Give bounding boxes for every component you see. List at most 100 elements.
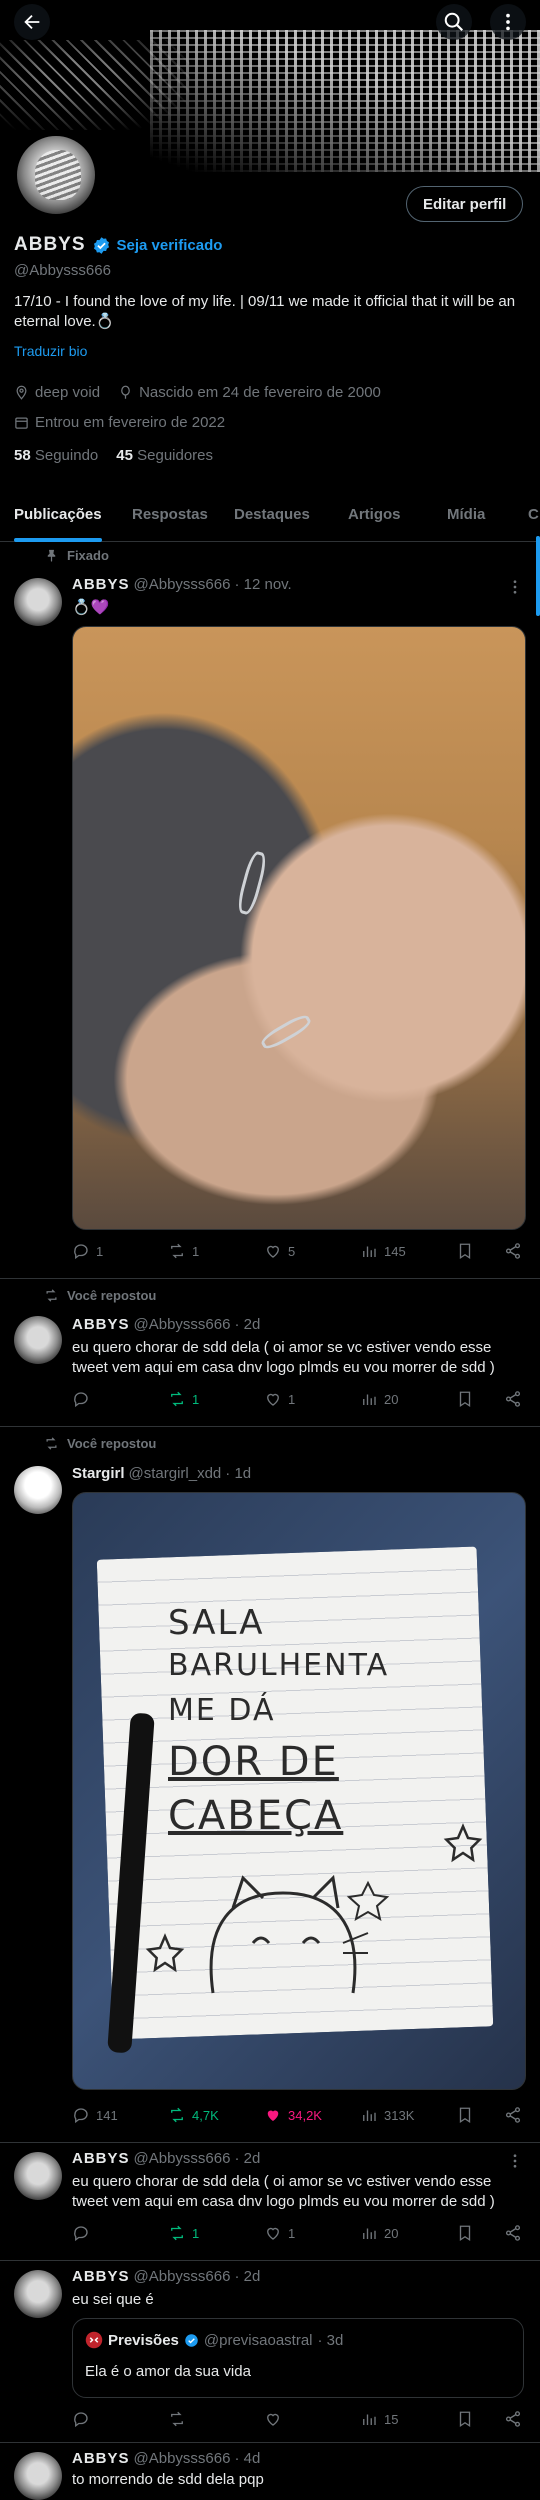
profile-meta-row: deep void Nascido em 24 de fevereiro de …: [14, 384, 381, 401]
back-button[interactable]: [14, 4, 50, 40]
repost-button[interactable]: 1: [168, 1242, 199, 1260]
like-button[interactable]: [264, 2410, 288, 2428]
author-name[interactable]: ABBYS: [72, 2150, 130, 2167]
tab-respostas[interactable]: Respostas: [132, 488, 208, 541]
following-count: 58: [14, 447, 31, 464]
bookmark-icon: [459, 2411, 471, 2428]
author-name[interactable]: ABBYS: [72, 1316, 130, 1333]
followers-link[interactable]: 45 Seguidores: [116, 447, 213, 464]
profile-avatar[interactable]: [14, 133, 98, 217]
banner-pattern-right: [150, 30, 540, 172]
like-button[interactable]: 34,2K: [264, 2106, 322, 2124]
tab-destaques[interactable]: Destaques: [234, 488, 310, 541]
reply-icon: [74, 2226, 88, 2242]
bookmark-button[interactable]: [456, 2224, 474, 2242]
avatar[interactable]: [14, 578, 62, 626]
repost-icon: [171, 2225, 183, 2241]
edit-profile-button[interactable]: Editar perfil: [406, 186, 524, 222]
bookmark-button[interactable]: [456, 2106, 474, 2124]
repost-count: 1: [192, 2225, 200, 2241]
views-count: 145: [384, 1243, 406, 1259]
quoted-post[interactable]: Previsões @previsaoastral · 3d Ela é o a…: [72, 2318, 524, 2398]
bookmark-icon: [459, 1243, 471, 1260]
author-handle: @Abbysss666: [133, 2268, 231, 2285]
get-verified-link[interactable]: Seja verificado: [117, 237, 223, 254]
like-button[interactable]: 1: [264, 1390, 295, 1408]
author-name[interactable]: ABBYS: [72, 2268, 130, 2285]
divider: [0, 2260, 540, 2261]
repost-button[interactable]: [168, 2410, 192, 2428]
author-name[interactable]: Stargirl: [72, 1465, 125, 1482]
views-button[interactable]: 20: [360, 2224, 398, 2242]
views-button[interactable]: 145: [360, 1242, 406, 1260]
like-count: 1: [288, 1391, 296, 1407]
repost-button[interactable]: 1: [168, 1390, 199, 1408]
search-button[interactable]: [436, 4, 472, 40]
repost-icon: [171, 1243, 183, 1259]
tab-more[interactable]: C: [528, 488, 539, 541]
share-icon: [505, 2107, 521, 2123]
post-image[interactable]: [72, 626, 526, 1230]
profile-name-row: ABBYS Seja verificado: [14, 234, 222, 256]
context-label: Você repostou: [67, 1436, 157, 1451]
more-button[interactable]: [490, 4, 526, 40]
star-doodle-icon: [145, 1933, 185, 1973]
heart-icon: [267, 2227, 279, 2240]
author-handle: @Abbysss666: [133, 2450, 231, 2467]
like-button[interactable]: 5: [264, 1242, 295, 1260]
post-time[interactable]: · 4d: [234, 2450, 260, 2467]
author-name[interactable]: ABBYS: [72, 576, 130, 593]
repost-context: Você repostou: [44, 1436, 156, 1451]
birthday-item: Nascido em 24 de fevereiro de 2000: [118, 384, 381, 401]
views-count: 20: [384, 1391, 399, 1407]
post-text: 💍💜: [72, 599, 110, 616]
post-time[interactable]: · 2d: [234, 1316, 260, 1333]
followers-label: Seguidores: [137, 447, 214, 464]
more-vertical-icon: [506, 13, 510, 31]
views-button[interactable]: 15: [360, 2410, 398, 2428]
bookmark-button[interactable]: [456, 1242, 474, 1260]
post-time[interactable]: · 2d: [234, 2150, 260, 2167]
tab-artigos[interactable]: Artigos: [348, 488, 401, 541]
post-text: eu quero chorar de sdd dela ( oi amor se…: [72, 2173, 495, 2210]
bookmark-button[interactable]: [456, 2410, 474, 2428]
reply-button[interactable]: [72, 2224, 96, 2242]
following-link[interactable]: 58 Seguindo: [14, 447, 98, 464]
post-image[interactable]: SALA BARULHENTA ME DÁ DOR DE CABEÇA: [72, 1492, 526, 2090]
share-button[interactable]: [504, 2106, 522, 2124]
tab-publicacoes[interactable]: Publicações: [14, 488, 102, 542]
share-button[interactable]: [504, 1242, 522, 1260]
avatar[interactable]: [14, 2270, 62, 2318]
post-more-icon[interactable]: [506, 2152, 524, 2170]
reply-button[interactable]: [72, 2410, 96, 2428]
bookmark-button[interactable]: [456, 1390, 474, 1408]
repost-button[interactable]: 4,7K: [168, 2106, 219, 2124]
tab-midia[interactable]: Mídia: [447, 488, 485, 541]
divider: [0, 2442, 540, 2443]
like-button[interactable]: 1: [264, 2224, 295, 2242]
reply-button[interactable]: 141: [72, 2106, 118, 2124]
avatar[interactable]: [14, 2152, 62, 2200]
post-time[interactable]: · 12 nov.: [234, 576, 291, 593]
author-name[interactable]: ABBYS: [72, 2450, 130, 2467]
post-time[interactable]: · 2d: [234, 2268, 260, 2285]
translate-bio-link[interactable]: Traduzir bio: [14, 343, 87, 359]
share-button[interactable]: [504, 2224, 522, 2242]
post-time[interactable]: · 1d: [225, 1465, 251, 1482]
avatar[interactable]: [14, 2452, 62, 2500]
reply-icon: [74, 1244, 88, 1260]
repost-count: 4,7K: [192, 2107, 219, 2123]
repost-button[interactable]: 1: [168, 2224, 199, 2242]
reply-button[interactable]: 1: [72, 1242, 103, 1260]
avatar[interactable]: [14, 1316, 62, 1364]
views-chart-icon: [363, 1394, 376, 1405]
views-button[interactable]: 20: [360, 1390, 398, 1408]
author-handle: @Abbysss666: [133, 1316, 231, 1333]
share-button[interactable]: [504, 1390, 522, 1408]
avatar[interactable]: [14, 1466, 62, 1514]
views-button[interactable]: 313K: [360, 2106, 414, 2124]
reply-button[interactable]: [72, 1390, 96, 1408]
share-button[interactable]: [504, 2410, 522, 2428]
profile-tabs: Publicações Respostas Destaques Artigos …: [0, 488, 540, 542]
post-more-icon[interactable]: [506, 578, 524, 596]
